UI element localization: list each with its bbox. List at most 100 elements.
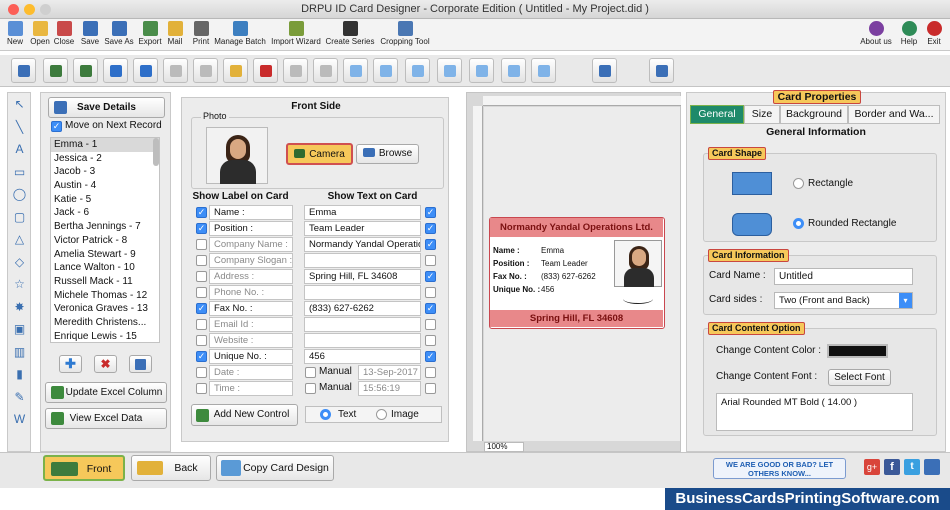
field-label[interactable]: Company Slogan : bbox=[209, 253, 293, 268]
delete-record-button[interactable]: ✖ bbox=[94, 355, 117, 373]
browse-button[interactable]: Browse bbox=[356, 144, 419, 164]
star-tool-icon[interactable]: ☆ bbox=[11, 276, 28, 293]
field-value-input[interactable] bbox=[304, 253, 421, 268]
record-list-item[interactable]: Russell Mack - 11 bbox=[51, 275, 159, 289]
record-list-item[interactable]: Jack - 6 bbox=[51, 206, 159, 220]
show-date-label-checkbox[interactable] bbox=[196, 367, 207, 378]
rounded-rect-tool-icon[interactable]: ▢ bbox=[11, 209, 28, 226]
field-label[interactable]: Address : bbox=[209, 269, 293, 284]
show-text-checkbox[interactable]: ✓ bbox=[425, 271, 436, 282]
save-details-button[interactable]: Save Details bbox=[48, 97, 165, 118]
record-list-item[interactable]: Bertha Jennings - 7 bbox=[51, 220, 159, 234]
twitter-icon[interactable]: t bbox=[904, 459, 920, 475]
cut-button[interactable] bbox=[163, 58, 188, 83]
align-right-button[interactable] bbox=[373, 58, 398, 83]
show-label-checkbox[interactable]: ✓ bbox=[196, 223, 207, 234]
show-text-checkbox[interactable]: ✓ bbox=[425, 351, 436, 362]
show-time-text-checkbox[interactable] bbox=[425, 383, 436, 394]
menu-item-close[interactable]: Close bbox=[52, 19, 76, 51]
date-value[interactable]: 13-Sep-2017 bbox=[358, 365, 421, 380]
menu-item-export[interactable]: Export bbox=[137, 19, 163, 51]
record-list-item[interactable]: Jessica - 2 bbox=[51, 152, 159, 166]
menu-item-save-as[interactable]: Save As bbox=[104, 19, 134, 51]
field-value-input[interactable]: (833) 627-6262 bbox=[304, 301, 421, 316]
record-list-item[interactable]: Victor Patrick - 8 bbox=[51, 234, 159, 248]
show-label-checkbox[interactable]: ✓ bbox=[196, 207, 207, 218]
delete-button[interactable] bbox=[253, 58, 278, 83]
copy-button[interactable] bbox=[193, 58, 218, 83]
rounded-rectangle-shape-icon[interactable] bbox=[732, 213, 772, 236]
burst-tool-icon[interactable]: ✸ bbox=[11, 299, 28, 316]
tab-background[interactable]: Background bbox=[780, 105, 848, 124]
field-label[interactable]: Website : bbox=[209, 333, 293, 348]
field-value-input[interactable]: Normandy Yandal Operation bbox=[304, 237, 421, 252]
feedback-banner[interactable]: WE ARE GOOD OR BAD? LET OTHERS KNOW... bbox=[713, 458, 846, 479]
record-list-item[interactable]: Katie - 5 bbox=[51, 193, 159, 207]
field-value-input[interactable]: 456 bbox=[304, 349, 421, 364]
barcode-icon[interactable]: ▮ bbox=[11, 366, 28, 383]
field-value-input[interactable]: Emma bbox=[304, 205, 421, 220]
add-new-control-button[interactable]: Add New Control bbox=[191, 404, 298, 426]
field-label[interactable]: Fax No. : bbox=[209, 301, 293, 316]
employee-photo[interactable] bbox=[206, 127, 268, 184]
diamond-tool-icon[interactable]: ◇ bbox=[11, 254, 28, 271]
record-list-item[interactable]: Michele Thomas - 12 bbox=[51, 289, 159, 303]
align-middle-button[interactable] bbox=[531, 58, 556, 83]
menu-item-mail[interactable]: Mail bbox=[163, 19, 187, 51]
menu-item-save[interactable]: Save bbox=[78, 19, 102, 51]
show-text-checkbox[interactable] bbox=[425, 287, 436, 298]
date-label[interactable]: Date : bbox=[209, 365, 293, 380]
camera-button[interactable]: Camera bbox=[286, 143, 353, 165]
watermark-icon[interactable]: W bbox=[11, 411, 28, 428]
view-excel-button[interactable]: View Excel Data bbox=[45, 408, 167, 429]
field-label[interactable]: Phone No. : bbox=[209, 285, 293, 300]
move-down-button[interactable] bbox=[437, 58, 462, 83]
chevron-down-icon[interactable]: ▾ bbox=[899, 293, 912, 308]
line-icon[interactable]: ╲ bbox=[11, 119, 28, 136]
record-list-item[interactable]: Veronica Graves - 13 bbox=[51, 302, 159, 316]
show-text-checkbox[interactable] bbox=[425, 319, 436, 330]
facebook-icon[interactable]: f bbox=[884, 459, 900, 475]
menu-item-new[interactable]: New bbox=[2, 19, 28, 51]
rectangle-tool-icon[interactable]: ▭ bbox=[11, 164, 28, 181]
menu-item-import-wizard[interactable]: Import Wizard bbox=[269, 19, 323, 51]
show-label-checkbox[interactable]: ✓ bbox=[196, 351, 207, 362]
record-list-item[interactable]: Jacob - 3 bbox=[51, 165, 159, 179]
menu-item-exit[interactable]: Exit bbox=[922, 19, 946, 51]
record-list-item[interactable]: Amelia Stewart - 9 bbox=[51, 248, 159, 262]
text-tool-icon[interactable]: A bbox=[11, 141, 28, 158]
triangle-tool-icon[interactable]: △ bbox=[11, 231, 28, 248]
field-value-input[interactable] bbox=[304, 333, 421, 348]
show-label-checkbox[interactable] bbox=[196, 239, 207, 250]
google-plus-icon[interactable]: g+ bbox=[864, 459, 880, 475]
rounded-rectangle-radio[interactable] bbox=[793, 218, 804, 229]
paste-button[interactable] bbox=[223, 58, 248, 83]
card-background-button[interactable] bbox=[43, 58, 68, 83]
time-value[interactable]: 15:56:19 bbox=[358, 381, 421, 396]
record-list-item[interactable]: Lance Walton - 10 bbox=[51, 261, 159, 275]
menu-item-print[interactable]: Print bbox=[189, 19, 213, 51]
show-label-checkbox[interactable]: ✓ bbox=[196, 303, 207, 314]
rectangle-shape-icon[interactable] bbox=[732, 172, 772, 195]
pointer-icon[interactable]: ↖ bbox=[11, 96, 28, 113]
text-radio[interactable] bbox=[320, 409, 331, 420]
field-value-input[interactable] bbox=[304, 317, 421, 332]
show-time-label-checkbox[interactable] bbox=[196, 383, 207, 394]
zoom-level[interactable]: 100% bbox=[484, 442, 524, 452]
record-list[interactable]: Emma - 1 Jessica - 2 Jacob - 3 Austin - 4 Ka… bbox=[50, 137, 160, 343]
record-list-item[interactable]: Enrique Lewis - 15 bbox=[51, 330, 159, 342]
email-share-icon[interactable] bbox=[924, 459, 940, 475]
duplicate-button[interactable] bbox=[283, 58, 308, 83]
select-font-button[interactable]: Select Font bbox=[828, 369, 891, 386]
record-list-item[interactable]: Austin - 4 bbox=[51, 179, 159, 193]
manual-time-checkbox[interactable] bbox=[305, 383, 316, 394]
record-list-scrollbar[interactable] bbox=[153, 138, 159, 166]
page-setup-button[interactable] bbox=[11, 58, 36, 83]
center-button[interactable] bbox=[469, 58, 494, 83]
menu-item-cropping-tool[interactable]: Cropping Tool bbox=[378, 19, 432, 51]
menu-item-create-series[interactable]: Create Series bbox=[324, 19, 376, 51]
redo-button[interactable] bbox=[133, 58, 158, 83]
menu-item-help[interactable]: Help bbox=[896, 19, 922, 51]
record-list-item[interactable]: Emma - 1 bbox=[51, 138, 159, 152]
show-text-checkbox[interactable] bbox=[425, 335, 436, 346]
